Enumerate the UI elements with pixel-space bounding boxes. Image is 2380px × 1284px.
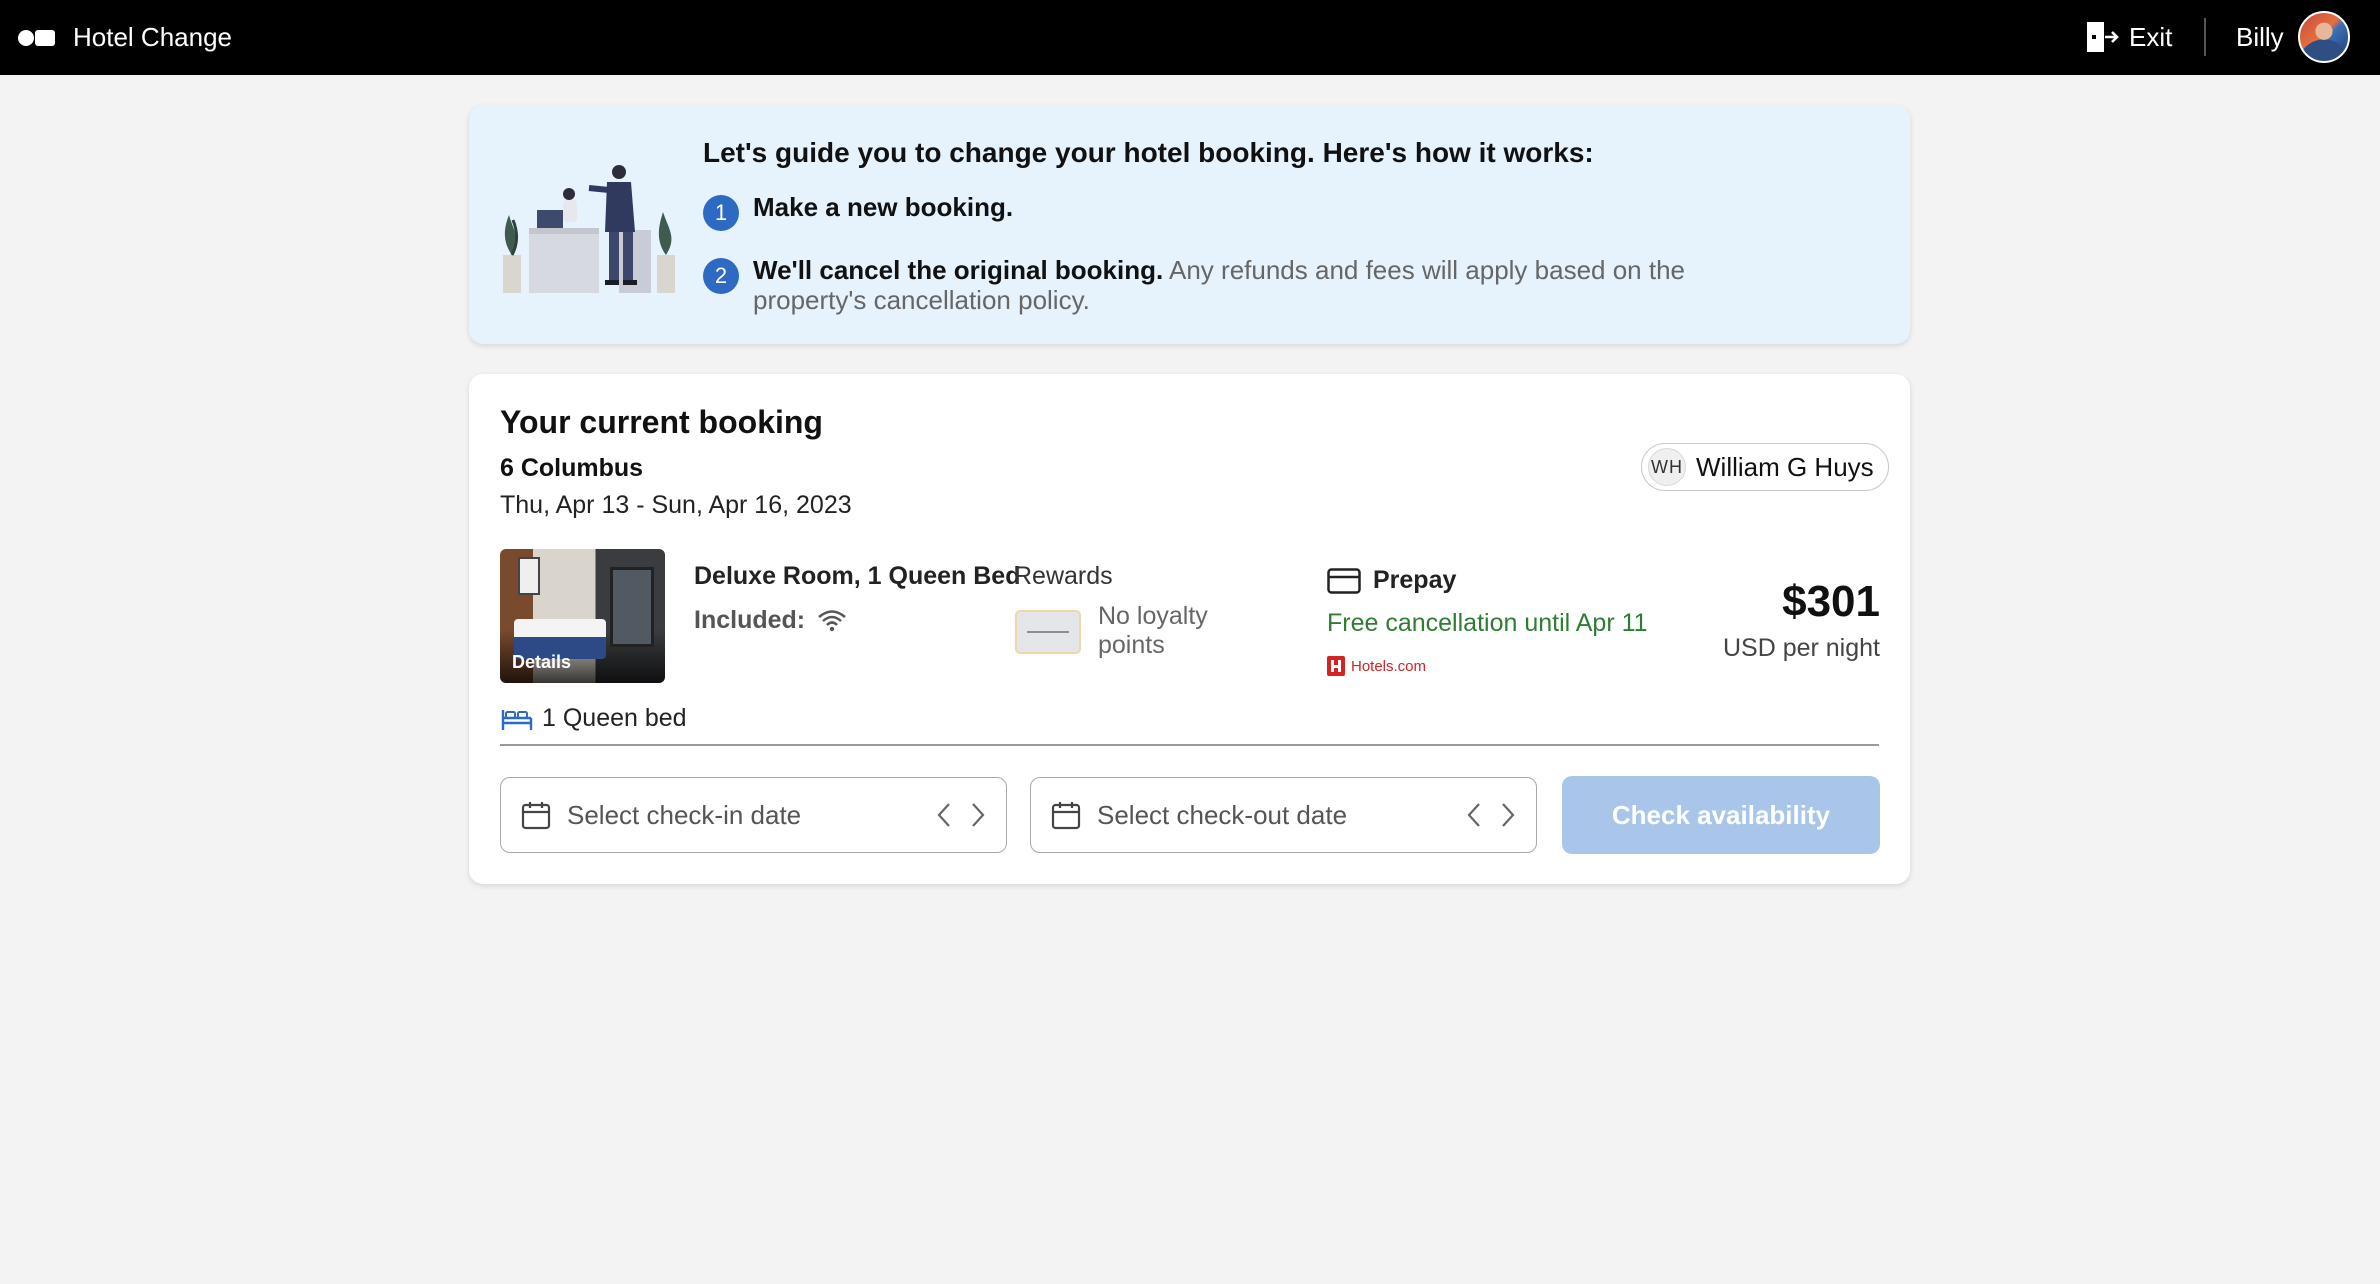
chevron-right-icon[interactable] — [1500, 802, 1516, 828]
rewards-title: Rewards — [1014, 562, 1113, 590]
step-text: Make a new booking. — [753, 192, 1013, 222]
chevron-left-icon[interactable] — [1466, 802, 1482, 828]
room-photo-window — [610, 567, 654, 647]
bed-label: 1 Queen bed — [542, 704, 687, 732]
topbar-divider — [2204, 18, 2206, 56]
check-out-nav — [1466, 802, 1516, 828]
step-bold-text: Make a new booking. — [753, 192, 1014, 222]
guide-step-2: 2 We'll cancel the original booking. Any… — [703, 255, 1803, 315]
calendar-icon — [521, 802, 551, 830]
hotels-com-logo: Hotels.com — [1327, 656, 1426, 676]
user-name[interactable]: Billy — [2236, 20, 2284, 54]
rewards-text: No loyalty points — [1098, 602, 1208, 659]
guide-title: Let's guide you to change your hotel boo… — [703, 137, 1594, 168]
included-label: Included: — [694, 606, 806, 634]
avatar[interactable] — [2298, 11, 2350, 63]
room-details-thumbnail[interactable]: Details — [500, 549, 665, 683]
check-availability-button[interactable]: Check availability — [1562, 776, 1880, 854]
wifi-icon — [818, 609, 846, 631]
calendar-icon — [1051, 802, 1081, 830]
room-photo-art — [518, 557, 540, 595]
check-in-nav — [936, 802, 986, 828]
guest-chip: WH William G Huys — [1641, 443, 1889, 491]
bed-info: 1 Queen bed — [500, 704, 687, 733]
check-out-placeholder: Select check-out date — [1097, 799, 1348, 830]
check-out-date-field[interactable]: Select check-out date — [1030, 777, 1537, 853]
step-number-badge: 2 — [703, 258, 739, 294]
booking-title: Your current booking — [500, 404, 823, 440]
included-amenities: Included: — [694, 606, 847, 635]
credit-card-icon — [1327, 567, 1361, 594]
price-unit: USD per night — [1722, 634, 1880, 662]
hotel-name: 6 Columbus — [500, 454, 644, 482]
payment-type-label: Prepay — [1373, 566, 1457, 594]
payment-type: Prepay — [1327, 566, 1456, 595]
provider-label: Hotels.com — [1351, 657, 1427, 675]
loyalty-card-icon — [1015, 610, 1081, 654]
price-amount: $301 — [1782, 577, 1880, 626]
check-in-date-field[interactable]: Select check-in date — [500, 777, 1007, 853]
hotels-com-icon — [1327, 656, 1345, 676]
step-bold-text: We'll cancel the original booking. — [753, 255, 1164, 285]
details-label: Details — [512, 652, 572, 672]
bed-icon — [501, 709, 533, 730]
step-number-badge: 1 — [703, 195, 739, 231]
exit-button[interactable]: Exit — [2085, 17, 2172, 57]
guide-banner: Let's guide you to change your hotel boo… — [469, 105, 1910, 344]
guest-name: William G Huys — [1696, 451, 1874, 482]
app-logo-icon — [18, 30, 55, 46]
exit-icon — [2087, 22, 2119, 52]
guide-step-1: 1 Make a new booking. — [703, 192, 1013, 231]
booking-dates: Thu, Apr 13 - Sun, Apr 16, 2023 — [500, 491, 852, 519]
chevron-right-icon[interactable] — [970, 802, 986, 828]
guest-initials: WH — [1648, 448, 1686, 486]
chevron-left-icon[interactable] — [936, 802, 952, 828]
top-bar: Hotel Change Exit Billy — [0, 0, 2380, 75]
app-title: Hotel Change — [73, 22, 232, 52]
room-name: Deluxe Room, 1 Queen Bed — [694, 562, 1021, 590]
section-divider — [500, 744, 1879, 746]
cancellation-policy: Free cancellation until Apr 11 — [1327, 609, 1648, 637]
front-desk-illustration — [503, 165, 675, 293]
check-in-placeholder: Select check-in date — [567, 799, 802, 830]
exit-label: Exit — [2129, 21, 2173, 52]
step-text: We'll cancel the original booking. Any r… — [753, 255, 1803, 315]
current-booking-card: Your current booking 6 Columbus Thu, Apr… — [469, 374, 1910, 884]
